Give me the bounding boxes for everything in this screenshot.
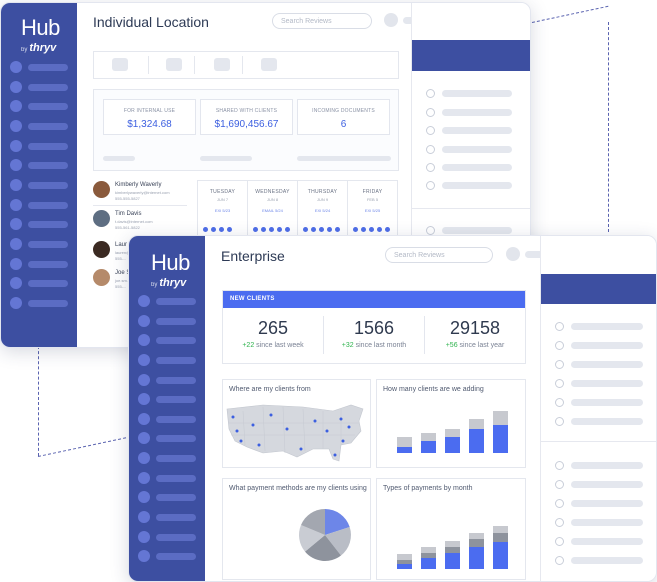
sidebar: Hub by thryv (1, 3, 77, 347)
dashed-connector-left (38, 346, 39, 456)
toolbar-button[interactable] (214, 58, 230, 71)
text-placeholder (571, 538, 643, 545)
dashed-connector-right (608, 22, 609, 232)
avatar (93, 269, 110, 286)
page-title: Individual Location (93, 14, 209, 30)
text-placeholder (571, 323, 643, 330)
text-placeholder (571, 519, 643, 526)
stat-incoming-documents: INCOMING DOCUMENTS 6 (297, 99, 390, 135)
text-placeholder (571, 399, 643, 406)
text-placeholder (442, 127, 512, 134)
right-panel-header (412, 40, 530, 71)
payment-methods-pie-chart (299, 509, 351, 561)
text-placeholder (442, 109, 512, 116)
payment-methods-card[interactable]: What payment methods are my clients usin… (222, 478, 371, 580)
radio-option[interactable] (426, 226, 435, 235)
search-input[interactable]: Search Reviews (385, 247, 493, 263)
text-placeholder (442, 90, 512, 97)
dashed-connector-bottom (37, 437, 127, 457)
text-placeholder (442, 164, 512, 171)
list-item[interactable]: Tim Davis t.davis@internet.com 555-561-5… (93, 210, 187, 238)
clients-map-card[interactable]: Where are my clients from (222, 379, 371, 468)
new-clients-year-value: 29158 (449, 318, 501, 338)
toolbar-button[interactable] (112, 58, 128, 71)
payment-types-card[interactable]: Types of payments by month (376, 478, 526, 580)
right-panel (540, 236, 656, 581)
dashed-connector-top (531, 5, 609, 23)
toolbar-button[interactable] (261, 58, 277, 71)
radio-option[interactable] (426, 89, 435, 98)
text-placeholder (571, 418, 643, 425)
new-clients-year-delta: +56 since last year (445, 342, 505, 349)
radio-option[interactable] (555, 537, 564, 546)
avatar[interactable] (384, 13, 398, 27)
toolbar (93, 51, 399, 79)
radio-option[interactable] (426, 145, 435, 154)
new-clients-week-value: 265 (257, 318, 289, 338)
radio-option[interactable] (555, 556, 564, 565)
text-placeholder (442, 227, 512, 234)
us-map (226, 404, 364, 462)
sidebar: Hub by thryv (129, 236, 205, 581)
new-clients-month-delta: +32 since last month (341, 342, 407, 349)
text-placeholder (571, 462, 643, 469)
radio-option[interactable] (555, 322, 564, 331)
payment-types-bar-chart (397, 526, 508, 569)
new-clients-month-value: 1566 (353, 318, 395, 338)
hub-logo: Hub by thryv (21, 15, 60, 54)
radio-option[interactable] (555, 398, 564, 407)
avatar (93, 241, 110, 258)
right-panel-header (541, 274, 656, 304)
avatar (93, 181, 110, 198)
text-placeholder (571, 342, 643, 349)
hub-logo: Hub by thryv (151, 250, 190, 289)
radio-option[interactable] (426, 163, 435, 172)
enterprise-window: Hub by thryv Enterprise Search Reviews NE… (128, 235, 657, 582)
stat-shared-with-clients: SHARED WITH CLIENTS $1,690,456.67 (200, 99, 293, 135)
text-placeholder (571, 500, 643, 507)
new-clients-week-delta: +22 since last week (242, 342, 304, 349)
text-placeholder (200, 156, 252, 161)
avatar[interactable] (506, 247, 520, 261)
radio-option[interactable] (555, 480, 564, 489)
radio-option[interactable] (555, 499, 564, 508)
radio-option[interactable] (555, 461, 564, 470)
radio-option[interactable] (555, 518, 564, 527)
text-placeholder (442, 146, 512, 153)
radio-option[interactable] (555, 379, 564, 388)
toolbar-button[interactable] (166, 58, 182, 71)
new-clients-card: NEW CLIENTS 265 +22 since last week 1566… (222, 290, 526, 364)
clients-adding-bar-chart (397, 411, 508, 453)
radio-option[interactable] (426, 181, 435, 190)
clients-adding-card[interactable]: How many clients are we adding (376, 379, 526, 468)
text-placeholder (571, 557, 643, 564)
stat-internal-use: FOR INTERNAL USE $1,324.68 (103, 99, 196, 135)
text-placeholder (571, 380, 643, 387)
avatar (93, 210, 110, 227)
radio-option[interactable] (426, 108, 435, 117)
text-placeholder (571, 361, 643, 368)
radio-option[interactable] (555, 341, 564, 350)
radio-option[interactable] (555, 417, 564, 426)
radio-option[interactable] (555, 360, 564, 369)
radio-option[interactable] (426, 126, 435, 135)
new-clients-header: NEW CLIENTS (223, 291, 525, 308)
stats-panel: FOR INTERNAL USE $1,324.68 SHARED WITH C… (93, 89, 399, 171)
text-placeholder (442, 182, 512, 189)
text-placeholder (571, 481, 643, 488)
page-title: Enterprise (221, 248, 285, 264)
text-placeholder (297, 156, 391, 161)
text-placeholder (103, 156, 135, 161)
search-input[interactable]: Search Reviews (272, 13, 372, 29)
